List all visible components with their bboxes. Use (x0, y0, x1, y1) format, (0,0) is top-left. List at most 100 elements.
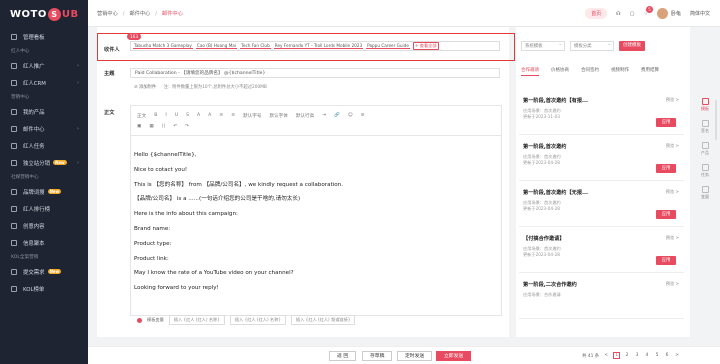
insert-variable-button[interactable]: 插入 {红人 (红人) 名称} (229, 315, 286, 325)
view-all-recipients-button[interactable]: + 查看全部 (412, 42, 439, 50)
sidebar-item[interactable]: 邮件中心 › (0, 120, 88, 137)
template-tab[interactable]: 视频制作 (611, 67, 629, 76)
page-button[interactable]: 2 (624, 353, 630, 358)
recipient-field[interactable]: Tabusha Match 3 Gameplay Cao (B) Hoang Ma… (130, 41, 500, 51)
toolbar-control[interactable]: ≡ (231, 113, 235, 118)
sidebar-item-label: 管理看板 (23, 34, 45, 41)
toolbar-control[interactable]: ☺ (348, 113, 353, 118)
page-button[interactable]: 3 (634, 353, 640, 358)
sidebar-item[interactable]: 红人任务 (0, 137, 88, 154)
rail-item[interactable]: 签名 (701, 120, 709, 134)
page-button[interactable]: > (674, 353, 680, 358)
recipient-chip[interactable]: Pappu Career Guide (366, 43, 410, 49)
toolbar-control[interactable]: 默认字号 (243, 113, 261, 119)
page-button[interactable]: 6 (664, 353, 670, 358)
page-button[interactable]: 4 (644, 353, 650, 358)
toolbar-control[interactable]: ▣ (137, 124, 141, 129)
toolbar-control[interactable]: 正文 (137, 113, 146, 119)
home-button[interactable]: 首页 (585, 8, 608, 19)
subject-input[interactable]: Paid Collaboration - 【请填您的品牌名】 @{$channe… (130, 68, 500, 78)
user-menu[interactable]: 卧龟 (656, 8, 681, 19)
template-tab[interactable]: 费用结算 (641, 67, 659, 76)
toolbar-control[interactable]: ↶ (173, 124, 177, 129)
template-type-select[interactable]: 系统模板 (521, 40, 565, 51)
toolbar-control[interactable]: 默认字体 (269, 113, 287, 119)
toolbar-control[interactable]: ≡ (219, 113, 223, 118)
recipient-chip[interactable]: Tech Fan Club (240, 43, 271, 49)
recipient-chip[interactable]: Cao (B) Hoang Mai (195, 43, 238, 49)
toolbar-control[interactable]: ⟨⟩ (162, 124, 166, 129)
toolbar-control[interactable]: 🔗 (334, 113, 340, 118)
template-card[interactable]: 第一阶段,二次合作邀约 应用场景：合作邀请 预览 > (519, 273, 684, 319)
template-card[interactable]: 第一阶段,首次邀约 应用场景：首次邀约 更新于2023-04-28 预览 > 应用 (519, 135, 684, 181)
template-card[interactable]: 第一阶段,首次邀约【有报... 应用场景：首次邀约 更新于2023-11-03 预览 … (519, 89, 684, 135)
recipient-chip[interactable]: Rey Fernando YT - Troll Lords Mobile 202… (273, 43, 364, 49)
toolbar-control[interactable]: ⊘ (361, 113, 365, 118)
recipient-chip[interactable]: Tabusha Match 3 Gameplay (133, 43, 193, 49)
sidebar-item[interactable]: 管理看板 (0, 28, 88, 45)
logo[interactable]: WOTO S UB (0, 0, 88, 28)
rail-item[interactable]: 模板 (701, 98, 709, 112)
toolbar-control[interactable]: A (208, 113, 211, 118)
bell-icon[interactable]: ♢ 5 (643, 5, 653, 17)
sidebar-item[interactable]: 独立站分销 New › (0, 154, 88, 171)
toolbar-control[interactable]: U (175, 113, 178, 118)
template-preview-link[interactable]: 预览 > (666, 143, 679, 149)
insert-variable-button[interactable]: 插入 {红人 (红人) 名称} (168, 315, 225, 325)
page-button[interactable]: 5 (654, 353, 660, 358)
toolbar-control[interactable]: 默认行高 (296, 113, 314, 119)
template-tab[interactable]: 价格协商 (551, 67, 569, 76)
template-preview-link[interactable]: 预览 > (666, 97, 679, 103)
scrollbar[interactable] (715, 100, 717, 140)
sidebar-item[interactable]: 信息聚本 (0, 234, 88, 251)
page-button[interactable]: < (603, 353, 609, 358)
sidebar-item[interactable]: 红人排行榜 (0, 200, 88, 217)
rail-item[interactable]: 产品 (701, 142, 709, 156)
toolbar-control[interactable]: B (154, 113, 157, 118)
sidebar-item[interactable]: 提交需求 New (0, 263, 88, 280)
apply-template-button[interactable]: 应用 (656, 210, 676, 219)
insert-variable-button[interactable]: 插入 {红人 (红人) 频道链接} (290, 315, 356, 325)
template-category-select[interactable]: 模板分类 (570, 40, 614, 51)
toolbar-control[interactable]: ⇥ (322, 113, 326, 118)
language-select[interactable]: 简体中文 (690, 10, 710, 17)
menu-icon (11, 79, 17, 86)
toolbar-control[interactable]: ↷ (185, 124, 189, 129)
attach-button[interactable]: ⊘ 添加附件 (134, 85, 156, 90)
breadcrumb-item[interactable]: 营销中心 (97, 11, 118, 17)
body-line: Looking forward to your reply! (134, 285, 219, 292)
email-body-editor[interactable]: Hello {$channelTitle}, Nice to cotact you… (130, 135, 502, 316)
save-draft-button[interactable]: 存草稿 (362, 350, 393, 361)
create-template-button[interactable]: 创建模板 (619, 41, 645, 51)
apply-template-button[interactable]: 应用 (656, 164, 676, 173)
breadcrumb-item[interactable]: 邮件中心 (130, 11, 151, 17)
apply-template-button[interactable]: 应用 (656, 256, 676, 265)
sidebar-item[interactable]: 红人CRM › (0, 74, 88, 91)
template-preview-link[interactable]: 预览 > (666, 189, 679, 195)
sidebar-item[interactable]: 我的产品 (0, 103, 88, 120)
toolbar-control[interactable]: A (197, 113, 200, 118)
send-now-button[interactable]: 立即发送 (436, 350, 472, 361)
apply-template-button[interactable]: 应用 (656, 118, 676, 127)
template-preview-link[interactable]: 预览 > (666, 235, 679, 241)
rail-item[interactable]: 变量 (701, 186, 709, 200)
sidebar-item[interactable]: KOL榜单 (0, 280, 88, 297)
template-tab[interactable]: 合作邀请 (521, 67, 539, 76)
sidebar-item[interactable]: 创意内容 (0, 217, 88, 234)
template-card[interactable]: 第一阶段,首次邀约【无报... 应用场景：首次邀约 更新于2023-04-28 预览 … (519, 181, 684, 227)
rail-icon (701, 164, 709, 171)
back-button[interactable]: 返 回 (329, 350, 357, 361)
toolbar-control[interactable]: I (165, 113, 166, 118)
template-tab[interactable]: 合同签约 (581, 67, 599, 76)
rail-item[interactable]: 任务 (701, 164, 709, 178)
sidebar-item[interactable]: 红人推广 › (0, 57, 88, 74)
page-button[interactable]: 1 (613, 352, 620, 359)
sidebar-item[interactable]: 品牌词搜 New (0, 183, 88, 200)
toolbar-control[interactable]: ▦ (149, 124, 153, 129)
headset-icon[interactable]: ☊ (616, 11, 620, 17)
template-card[interactable]: 【付搞合作邀请】 应用场景：首次邀约 更新于2023-04-28 预览 > 应用 (519, 227, 684, 273)
template-preview-link[interactable]: 预览 > (666, 281, 679, 287)
schedule-send-button[interactable]: 定时发送 (397, 350, 433, 361)
toolbar-control[interactable]: S (186, 113, 189, 118)
document-icon[interactable]: ▢ (630, 11, 635, 17)
